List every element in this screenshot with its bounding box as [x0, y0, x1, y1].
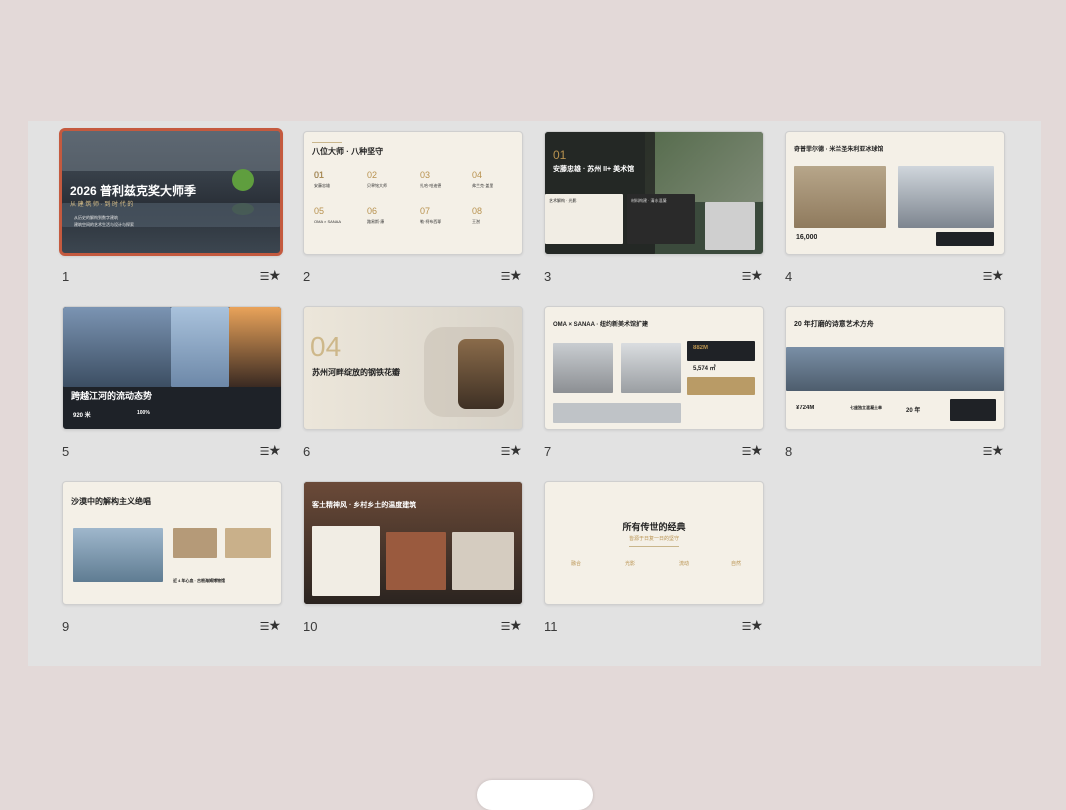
- star-icon[interactable]: ☰★: [742, 442, 763, 459]
- slide-title: 20 年打磨的诗意艺术方舟: [794, 321, 874, 328]
- slide-number: 1: [62, 269, 70, 284]
- slide-title: 跨越江河的流动态势: [71, 391, 153, 401]
- slide-number: 6: [303, 444, 311, 459]
- star-icon[interactable]: ☰★: [501, 442, 522, 459]
- slide-number: 8: [785, 444, 793, 459]
- slide-title: 2026 普利兹克奖大师季: [70, 184, 197, 198]
- slide-title: 客土精神风 · 乡村乡土的温度建筑: [312, 502, 417, 509]
- slide-title: 八位大师 · 八种坚守: [312, 147, 384, 156]
- slide-7[interactable]: OMA × SANAA · 纽约新美术馆扩建 882M 5,574 ㎡ 7 ☰★: [544, 306, 764, 466]
- slide-title: 安藤忠雄 · 苏州 II+ 美术馆: [553, 166, 635, 173]
- slide-thumbnail[interactable]: 客土精神风 · 乡村乡土的温度建筑: [303, 481, 523, 605]
- slide-3[interactable]: 01 安藤忠雄 · 苏州 II+ 美术馆 艺术解构 · 光影 材料构建 · 清水…: [544, 131, 764, 291]
- slide-thumbnail[interactable]: 01 安藤忠雄 · 苏州 II+ 美术馆 艺术解构 · 光影 材料构建 · 清水…: [544, 131, 764, 255]
- slide-number: 4: [785, 269, 793, 284]
- slide-thumbnail[interactable]: 2026 普利兹克奖大师季 从 建 筑 师 · 到 时 代 的 从历史的解构到数…: [59, 128, 283, 256]
- slide-sorter-grid: 2026 普利兹克奖大师季 从 建 筑 师 · 到 时 代 的 从历史的解构到数…: [28, 121, 1041, 666]
- slide-number: 7: [544, 444, 552, 459]
- star-icon[interactable]: ☰★: [260, 267, 281, 284]
- slide-thumbnail[interactable]: OMA × SANAA · 纽约新美术馆扩建 882M 5,574 ㎡: [544, 306, 764, 430]
- star-icon[interactable]: ☰★: [983, 267, 1004, 284]
- slide-number: 5: [62, 444, 70, 459]
- slide-8[interactable]: 20 年打磨的诗意艺术方舟 ¥724M 七座独立混凝土单 20 年 8 ☰★: [785, 306, 1005, 466]
- star-icon[interactable]: ☰★: [501, 617, 522, 634]
- slide-9[interactable]: 沙漠中的解构主义绝唱 近 4 年心血 · 古根海姆博物馆 9 ☰★: [62, 481, 282, 641]
- slide-title: OMA × SANAA · 纽约新美术馆扩建: [553, 322, 649, 328]
- slide-number: 11: [544, 619, 558, 634]
- bottom-toolbar-pill[interactable]: [477, 780, 593, 810]
- slide-title: 沙漠中的解构主义绝唱: [71, 497, 151, 506]
- slide-number: 10: [303, 619, 318, 634]
- slide-11[interactable]: 所有传世的经典 皆源于日复一日的坚守 融合 光影 流动 自然 11 ☰★: [544, 481, 764, 641]
- slide-10[interactable]: 客土精神风 · 乡村乡土的温度建筑 10 ☰★: [303, 481, 523, 641]
- slide-5[interactable]: 跨越江河的流动态势 920 米 100% 5 ☰★: [62, 306, 282, 466]
- star-icon[interactable]: ☰★: [742, 617, 763, 634]
- star-icon[interactable]: ☰★: [260, 617, 281, 634]
- slide-6[interactable]: 04 苏州河畔绽放的钢铁花瓣 6 ☰★: [303, 306, 523, 466]
- slide-title: 奇普菲尔德 · 米兰圣朱利亚冰球馆: [794, 147, 884, 153]
- star-icon[interactable]: ☰★: [983, 442, 1004, 459]
- slide-number: 2: [303, 269, 311, 284]
- slide-thumbnail[interactable]: 04 苏州河畔绽放的钢铁花瓣: [303, 306, 523, 430]
- slide-thumbnail[interactable]: 奇普菲尔德 · 米兰圣朱利亚冰球馆 16,000: [785, 131, 1005, 255]
- slide-4[interactable]: 奇普菲尔德 · 米兰圣朱利亚冰球馆 16,000 4 ☰★: [785, 131, 1005, 291]
- slide-thumbnail[interactable]: 八位大师 · 八种坚守 01 01 安藤忠雄 02 贝聿铭大师 03 扎哈·哈迪…: [303, 131, 523, 255]
- slide-2[interactable]: 八位大师 · 八种坚守 01 01 安藤忠雄 02 贝聿铭大师 03 扎哈·哈迪…: [303, 131, 523, 291]
- slide-thumbnail[interactable]: 跨越江河的流动态势 920 米 100%: [62, 306, 282, 430]
- slide-title: 所有传世的经典: [622, 522, 686, 532]
- slide-thumbnail[interactable]: 所有传世的经典 皆源于日复一日的坚守 融合 光影 流动 自然: [544, 481, 764, 605]
- star-icon[interactable]: ☰★: [260, 442, 281, 459]
- slide-thumbnail[interactable]: 沙漠中的解构主义绝唱 近 4 年心血 · 古根海姆博物馆: [62, 481, 282, 605]
- slide-number: 3: [544, 269, 552, 284]
- slide-title: 苏州河畔绽放的钢铁花瓣: [312, 368, 400, 377]
- slide-number: 9: [62, 619, 70, 634]
- slide-thumbnail[interactable]: 20 年打磨的诗意艺术方舟 ¥724M 七座独立混凝土单 20 年: [785, 306, 1005, 430]
- star-icon[interactable]: ☰★: [742, 267, 763, 284]
- star-icon[interactable]: ☰★: [501, 267, 522, 284]
- slide-1[interactable]: 2026 普利兹克奖大师季 从 建 筑 师 · 到 时 代 的 从历史的解构到数…: [59, 128, 283, 291]
